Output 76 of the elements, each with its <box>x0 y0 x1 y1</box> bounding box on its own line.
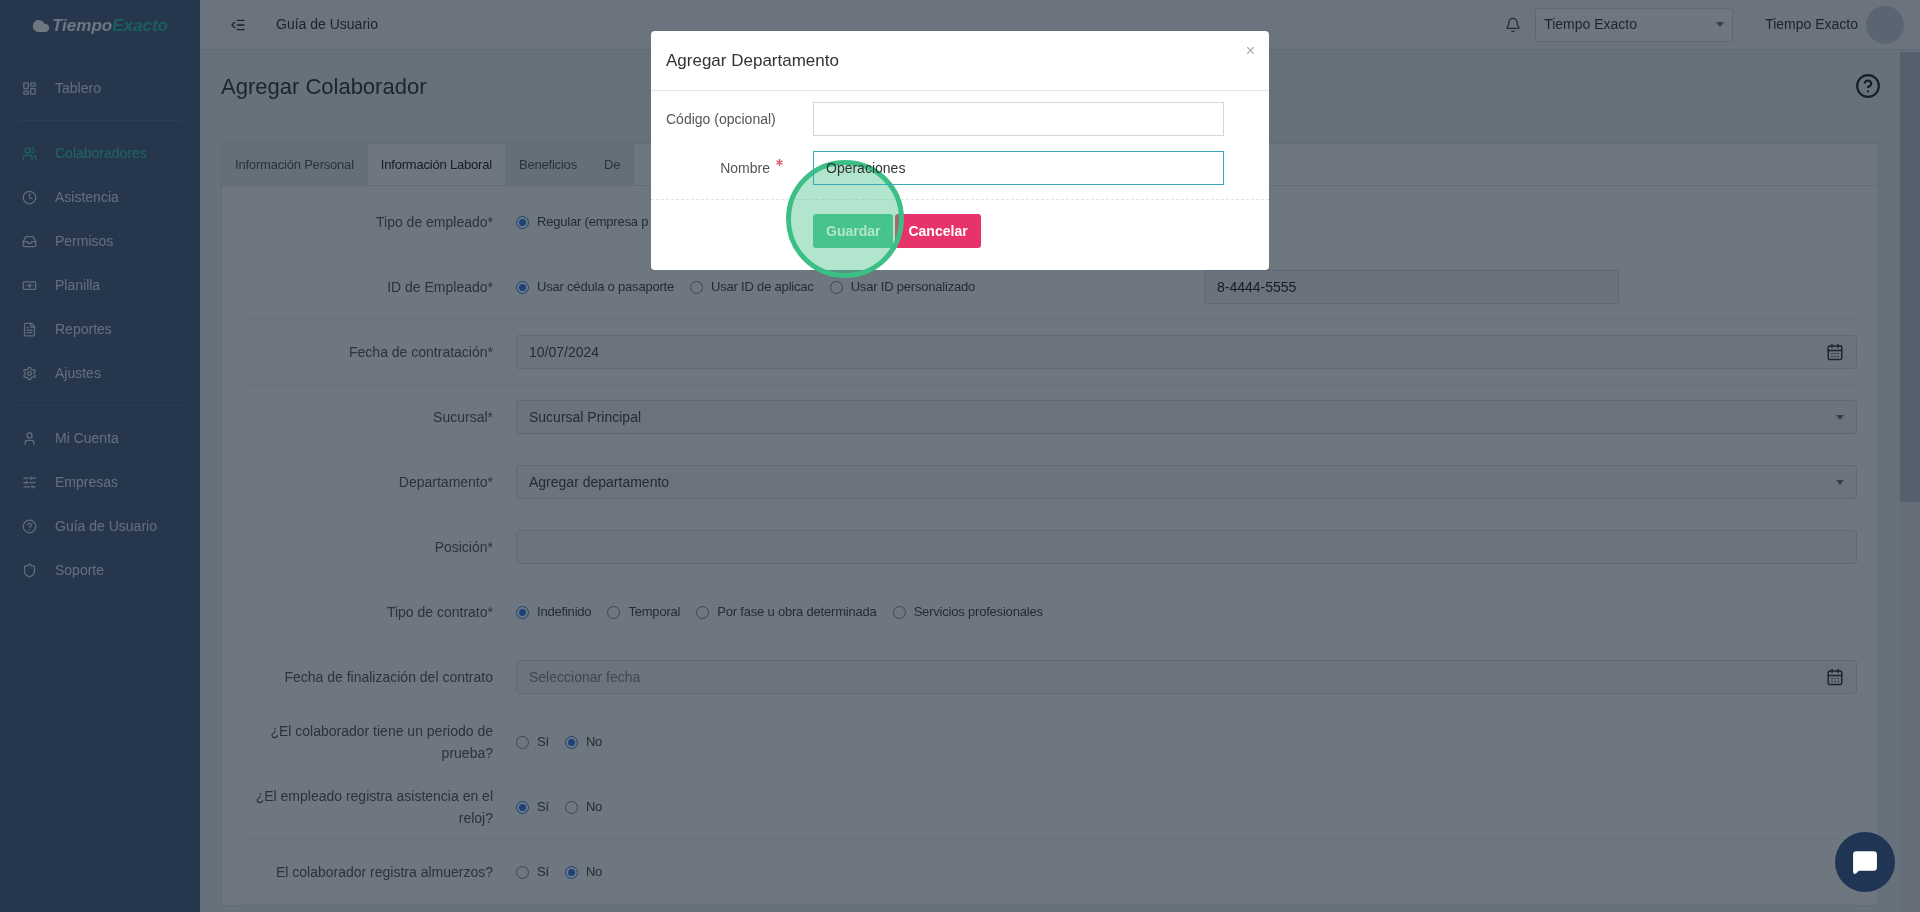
radio-label: Indefinido <box>537 603 592 622</box>
radio-button[interactable] <box>564 735 578 749</box>
inbox-icon <box>22 233 37 249</box>
field-label: Departamento* <box>397 473 493 492</box>
radio-button[interactable] <box>516 280 529 294</box>
radio-label: Por fase u obra determinada <box>717 603 877 622</box>
text-field[interactable] <box>813 102 1224 136</box>
radio-button[interactable] <box>516 865 529 879</box>
save-button[interactable]: Guardar <box>813 214 894 248</box>
radio-button[interactable] <box>516 735 529 749</box>
radio-button[interactable] <box>607 605 621 619</box>
id-field[interactable]: 8-4444-5555 <box>1204 270 1619 304</box>
radio-button[interactable] <box>516 215 529 229</box>
radio-label: Servicios profesionales <box>913 603 1043 622</box>
cancel-button[interactable]: Cancelar <box>895 214 981 248</box>
field-label: Tipo de contrato* <box>385 603 493 622</box>
radio-button[interactable] <box>892 605 906 619</box>
field-label: ¿El empleado registra asistencia en el reloj? <box>254 787 493 828</box>
radio-label: Usar ID de aplicac <box>711 278 814 297</box>
breadcrumb[interactable]: Guía de Usuario <box>276 14 378 35</box>
radio-button[interactable] <box>516 605 529 619</box>
shield-icon <box>22 562 37 578</box>
radio-button[interactable] <box>516 800 529 814</box>
settings-icon <box>22 365 37 381</box>
field-label: Código (opcional) <box>666 109 776 129</box>
radio-label: Temporal <box>628 603 681 622</box>
radio-label: Sí <box>537 733 549 752</box>
field-label: Tipo de empleado* <box>375 213 493 232</box>
radio-button[interactable] <box>564 865 578 879</box>
radio-button[interactable] <box>690 280 704 294</box>
calendar-icon <box>1826 343 1844 361</box>
dashboard-icon <box>22 80 37 96</box>
help-icon <box>22 518 37 534</box>
radio-label: No <box>585 798 603 817</box>
clock-icon <box>22 189 37 205</box>
caret-icon <box>1836 414 1844 420</box>
select-field[interactable]: Agregar departamento <box>516 465 1857 499</box>
field-label: Posición* <box>433 538 493 557</box>
radio-label: Regular (empresa p <box>537 213 649 232</box>
radio-button[interactable] <box>696 605 710 619</box>
page-title: Agregar Colaborador <box>221 72 427 101</box>
tab[interactable]: Información Personal <box>222 144 368 185</box>
radio-label: No <box>585 863 603 882</box>
user-icon <box>22 430 37 446</box>
select-field[interactable]: Sucursal Principal <box>516 400 1857 434</box>
caret-icon <box>1716 22 1725 27</box>
cloud-icon <box>32 17 51 35</box>
tab[interactable]: Beneficios <box>505 144 591 185</box>
tab[interactable]: De <box>590 144 635 185</box>
help-icon[interactable] <box>1855 73 1881 99</box>
sliders-icon <box>22 474 37 490</box>
field-label: ¿El colaborador tiene un periodo de prueba? <box>269 722 493 763</box>
radio-label: Usar cédula o pasaporte <box>537 278 675 297</box>
users-icon <box>22 145 37 161</box>
radio-label: Sí <box>537 863 549 882</box>
caret-icon <box>1836 479 1844 485</box>
radio-label: Usar ID personalizado <box>850 278 976 297</box>
dialog-title: Agregar Departamento <box>666 49 839 72</box>
user-name[interactable]: Tiempo Exacto <box>1765 14 1858 35</box>
field-label: Fecha de contratación* <box>348 343 493 362</box>
field-label: Sucursal* <box>432 408 493 427</box>
field-label: Nombre <box>720 158 770 178</box>
bell-icon[interactable] <box>1505 16 1522 33</box>
company-select[interactable]: Tiempo Exacto <box>1535 7 1734 42</box>
date-field[interactable]: 10/07/2024 <box>516 335 1857 369</box>
close-button[interactable]: × <box>1245 39 1255 63</box>
radio-button[interactable] <box>564 800 578 814</box>
field-label: Fecha de finalización del contrato <box>283 668 493 687</box>
calendar-icon <box>1826 668 1844 686</box>
field-label: ID de Empleado* <box>386 278 493 297</box>
chat-icon <box>1852 849 1878 875</box>
radio-button[interactable] <box>829 280 843 294</box>
radio-label: Sí <box>537 798 549 817</box>
radio-label: No <box>585 733 603 752</box>
field-label: El colaborador registra almuerzos? <box>274 863 493 882</box>
document-icon <box>22 321 37 337</box>
